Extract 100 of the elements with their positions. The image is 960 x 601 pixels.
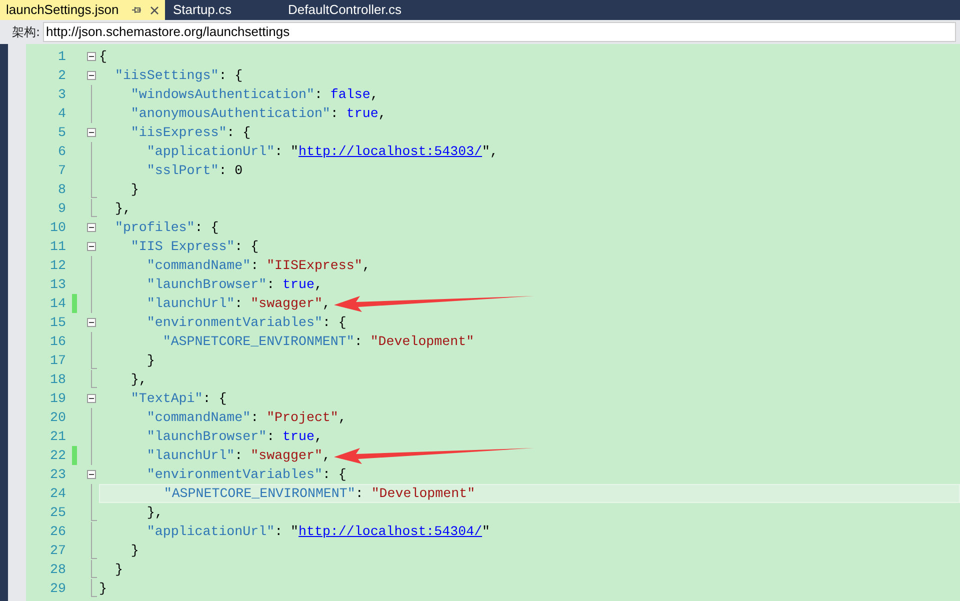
code-token: ,: [338, 408, 346, 427]
line-number: 1: [57, 48, 66, 66]
collapse-icon[interactable]: [87, 223, 96, 232]
code-token: false: [330, 86, 370, 104]
line-number: 8: [57, 180, 66, 199]
code-token: "launchBrowser": [146, 428, 267, 446]
code-token: : {: [218, 66, 243, 85]
code-token: "launchBrowser": [146, 276, 267, 294]
code-token: :: [266, 276, 276, 294]
code-token: {: [99, 48, 107, 66]
line-number: 4: [57, 104, 66, 123]
code-token: ": [482, 522, 490, 541]
code-token: "environmentVariables": [146, 466, 322, 484]
code-token: }: [130, 180, 139, 199]
code-token: true: [346, 104, 378, 123]
code-token: "Project": [266, 408, 338, 427]
code-token: "sslPort": [146, 162, 219, 180]
code-token: "ASPNETCORE_ENVIRONMENT": [162, 332, 354, 351]
collapse-icon[interactable]: [87, 394, 96, 403]
code-token: },: [130, 370, 147, 389]
code-token: :: [266, 428, 276, 446]
code-token: "iisSettings": [114, 66, 219, 85]
pin-icon[interactable]: [132, 5, 142, 15]
schema-field[interactable]: http://json.schemastore.org/launchsettings: [43, 22, 956, 42]
code-token: ,: [314, 276, 322, 294]
code-token: ,: [314, 428, 322, 446]
code-token: true: [282, 276, 314, 294]
line-number: 13: [49, 276, 66, 294]
code-token: "swagger": [250, 294, 322, 313]
code-token: },: [114, 200, 131, 218]
code-token: ,: [362, 256, 370, 275]
navigation-label: 架构:: [12, 24, 40, 41]
collapse-icon[interactable]: [87, 128, 96, 137]
line-number: 29: [49, 580, 66, 598]
code-token: }: [99, 580, 107, 598]
line-number: 3: [57, 86, 66, 104]
code-token: true: [282, 428, 314, 446]
code-token: "applicationUrl": [146, 522, 275, 541]
line-number: 27: [49, 542, 66, 560]
code-token: :: [355, 484, 364, 503]
code-token: : 0: [218, 162, 243, 180]
line-number: 17: [49, 352, 66, 370]
line-number: 28: [49, 560, 66, 579]
code-token: :: [250, 256, 260, 275]
code-token: : {: [194, 218, 219, 237]
code-token: }: [114, 560, 123, 579]
line-number: 10: [49, 218, 66, 237]
line-number: 14: [49, 294, 66, 313]
code-token: "TextApi": [130, 390, 203, 408]
fold-end-guide: [91, 503, 97, 522]
line-number: 2: [57, 66, 66, 85]
code-token: "Development": [371, 484, 476, 503]
url-link[interactable]: http://localhost:54304/: [298, 522, 482, 542]
url-link[interactable]: http://localhost:54303/: [298, 142, 482, 162]
fold-guide: [91, 522, 92, 541]
code-token: "swagger": [250, 446, 322, 465]
code-token: "commandName": [146, 408, 251, 427]
collapse-icon[interactable]: [87, 470, 96, 479]
line-number: 6: [57, 142, 66, 161]
line-number: 16: [49, 332, 66, 351]
code-token: ,: [370, 86, 378, 104]
line-number: 24: [49, 484, 66, 503]
code-token: ,: [322, 446, 330, 465]
code-token: :: [250, 408, 260, 427]
collapse-icon[interactable]: [87, 71, 96, 80]
line-number: 21: [49, 428, 66, 446]
line-number: 7: [57, 162, 66, 180]
code-token: "launchUrl": [146, 294, 235, 313]
code-token: : {: [202, 390, 227, 408]
code-token: }: [130, 542, 139, 560]
line-number: 25: [49, 504, 66, 522]
code-token: "profiles": [114, 218, 195, 237]
line-number: 26: [49, 522, 66, 541]
collapse-icon[interactable]: [87, 242, 96, 251]
code-token: : {: [226, 124, 251, 142]
code-token: : {: [322, 466, 346, 484]
code-token: : ": [274, 522, 299, 541]
code-token: : ": [274, 142, 299, 161]
code-token: "anonymousAuthentication": [130, 104, 330, 123]
code-token: :: [314, 86, 324, 104]
code-token: "launchUrl": [146, 446, 235, 465]
code-token: ",: [482, 142, 498, 161]
code-token: :: [330, 104, 340, 123]
line-number: 15: [49, 314, 66, 332]
editor-tab[interactable]: launchSettings.json: [0, 0, 165, 20]
collapse-icon[interactable]: [87, 318, 96, 327]
line-number: 22: [49, 446, 66, 465]
close-icon[interactable]: [150, 6, 159, 14]
code-token: "environmentVariables": [146, 314, 322, 332]
line-number: 12: [49, 256, 66, 275]
code-token: "IIS Express": [130, 238, 235, 256]
line-number: 9: [57, 200, 66, 218]
code-token: "iisExpress": [130, 124, 227, 142]
code-token: "Development": [370, 332, 474, 351]
line-number: 5: [57, 124, 66, 142]
collapse-icon[interactable]: [87, 52, 96, 61]
fold-guide: [91, 484, 92, 503]
code-token: :: [234, 446, 244, 465]
line-number: 19: [49, 390, 66, 408]
line-number: 11: [49, 238, 66, 256]
